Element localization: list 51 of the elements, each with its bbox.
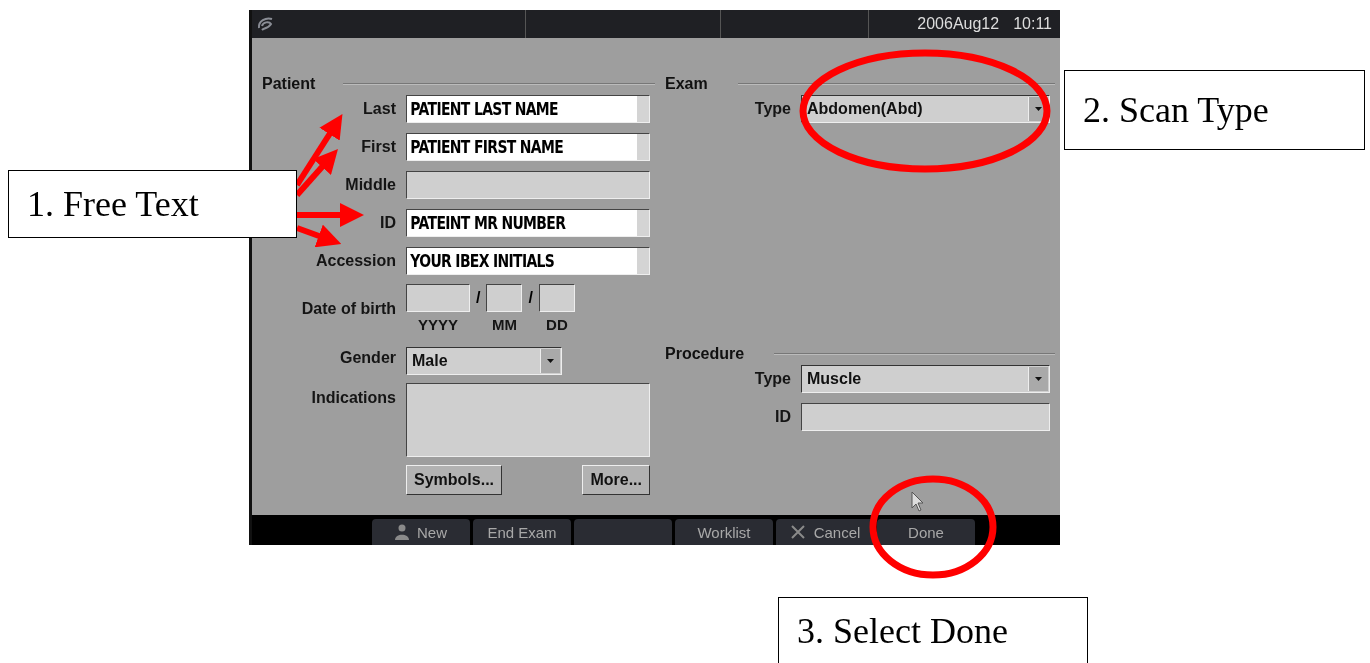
gender-dropdown[interactable]: Male (406, 347, 562, 375)
text-field[interactable]: PATEINT MR NUMBER (406, 209, 650, 237)
procedure-type-dropdown[interactable]: Muscle (801, 365, 1050, 393)
field-label: Gender (340, 349, 396, 367)
toolbar-button[interactable]: End Exam (473, 519, 571, 545)
field-label: Date of birth (301, 299, 396, 318)
date-field[interactable] (486, 284, 523, 312)
callout-box: 3. Select Done (778, 597, 1088, 663)
pointer-arrow (297, 203, 364, 227)
pointer-arrow (295, 224, 342, 248)
field-label: First (361, 138, 396, 156)
toolbar-button[interactable]: Cancel (776, 519, 874, 545)
text-field[interactable]: YOUR IBEX INITIALS (406, 247, 650, 275)
field-label: Indications (311, 388, 396, 407)
close-icon (789, 524, 806, 540)
toolbar-button[interactable]: New (372, 519, 470, 545)
text-field[interactable] (406, 171, 650, 199)
text-field[interactable]: PATIENT LAST NAME (406, 95, 650, 123)
section-heading: Procedure (665, 345, 745, 363)
section-heading: Patient (262, 75, 316, 93)
caret-icon (1035, 377, 1042, 381)
time-text: 10:11 (1013, 15, 1052, 33)
field-label: Accession (315, 252, 396, 270)
date-caption: MM (491, 316, 517, 333)
separator-text: / (528, 288, 533, 307)
callout-box: 1. Free Text (8, 170, 297, 238)
field-label: Type (754, 100, 791, 118)
date-field[interactable] (538, 284, 575, 312)
toolbar-button[interactable]: Done (877, 519, 975, 545)
caret-icon (1035, 107, 1042, 111)
text-field[interactable] (801, 403, 1050, 431)
mouse-cursor-icon (911, 491, 924, 512)
field-label: Type (754, 370, 791, 388)
field-label: ID (775, 408, 791, 426)
field-label: Middle (345, 176, 396, 194)
section-heading: Exam (665, 75, 708, 93)
date-caption: YYYY (418, 316, 458, 333)
date-caption: DD (546, 316, 568, 333)
dialog-button[interactable]: Symbols... (406, 465, 503, 495)
exam-type-dropdown[interactable]: Abdomen(Abd) (801, 95, 1050, 123)
toolbar-button[interactable]: Worklist (675, 519, 773, 545)
field-label: Last (363, 100, 396, 118)
date-text: 2006Aug12 (917, 15, 1000, 33)
separator-text: / (476, 288, 481, 307)
callout-box: 2. Scan Type (1064, 70, 1365, 150)
field-label: ID (380, 214, 396, 232)
person-icon (395, 524, 409, 540)
date-field[interactable] (406, 284, 470, 312)
text-field[interactable]: PATIENT FIRST NAME (406, 133, 650, 161)
caret-icon (547, 359, 554, 363)
dialog-button[interactable]: More... (582, 465, 650, 495)
